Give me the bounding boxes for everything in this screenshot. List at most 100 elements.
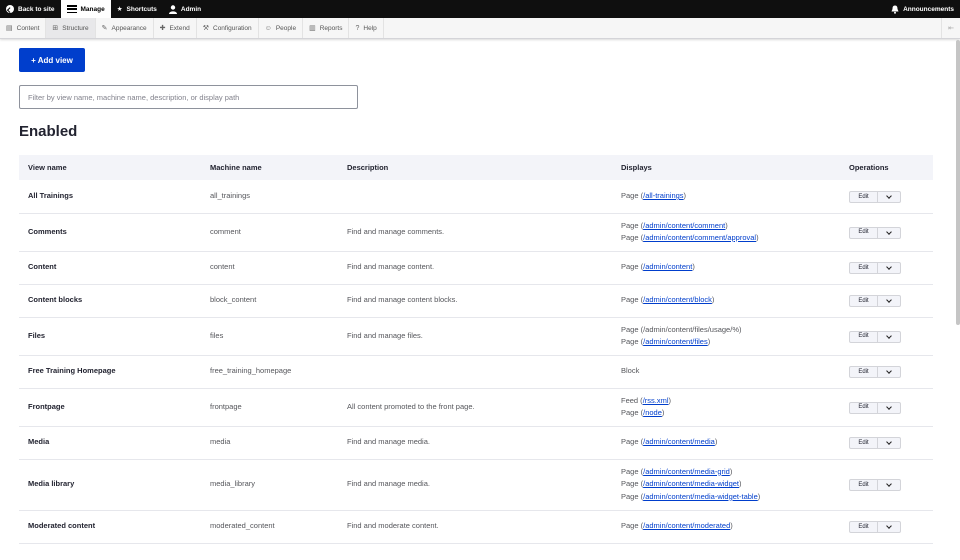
description-cell: All content promoted to the front page. — [338, 388, 612, 427]
display-type: Page ( — [621, 437, 644, 447]
tray-orientation-toggle[interactable]: ⇤ — [941, 18, 960, 38]
operations-cell: Edit — [840, 459, 933, 511]
description-cell: Find and manage files. — [338, 317, 612, 356]
tray-item-content[interactable]: ▤ Content — [0, 18, 47, 38]
operations-toggle[interactable] — [878, 367, 900, 377]
display-suffix: ) — [725, 220, 728, 230]
brush-icon: ✎ — [101, 25, 108, 32]
operations-dropbutton: Edit — [849, 295, 901, 308]
edit-button[interactable]: Edit — [850, 402, 878, 413]
page-scrollbar[interactable] — [956, 40, 960, 325]
edit-button[interactable]: Edit — [850, 438, 878, 449]
edit-button[interactable]: Edit — [850, 331, 878, 342]
display-type: Page ( — [621, 220, 644, 230]
display-path-link[interactable]: /admin/content/comment/approval — [643, 233, 756, 242]
display-suffix: ) — [668, 395, 672, 405]
machine-name-cell: media_library — [201, 459, 338, 511]
edit-button[interactable]: Edit — [850, 296, 878, 307]
user-icon — [168, 4, 177, 14]
edit-button[interactable]: Edit — [850, 522, 878, 533]
table-row: Frontpage frontpage All content promoted t… — [19, 388, 933, 427]
display-path-link[interactable]: /admin/content/media-widget — [643, 479, 739, 488]
operations-toggle[interactable] — [878, 403, 900, 413]
displays-cell: Page (/admin/content/media-grid) Page (/a… — [612, 459, 840, 511]
table-row: Comments comment Find and manage comments.… — [19, 213, 933, 252]
operations-toggle[interactable] — [878, 480, 900, 490]
admin-user-tab[interactable]: Admin — [163, 0, 207, 18]
operations-toggle[interactable] — [878, 263, 900, 273]
tray-item-help[interactable]: ? Help — [349, 18, 384, 38]
edit-button[interactable]: Edit — [850, 367, 878, 378]
tray-item-extend[interactable]: ✚ Extend — [154, 18, 197, 38]
displays-cell: Block — [612, 355, 840, 389]
display-path-link[interactable]: /node — [643, 408, 662, 417]
displays-cell: Page (/admin/content/moderated) — [612, 510, 840, 544]
tray-item-structure[interactable]: ⊞ Structure — [46, 18, 96, 38]
chevron-down-icon — [886, 439, 892, 445]
display-entry: Page (/node) — [621, 407, 831, 420]
announcements-label: Announcements — [903, 5, 954, 13]
tray-item-appearance[interactable]: ✎ Appearance — [96, 18, 154, 38]
shortcuts-tab[interactable]: ★ Shortcuts — [111, 0, 163, 18]
tray-item-people[interactable]: ☺ People — [259, 18, 304, 38]
operations-toggle[interactable] — [878, 228, 900, 238]
tray-item-label: Help — [363, 24, 377, 32]
display-path-link[interactable]: /admin/content/files — [643, 337, 708, 346]
structure-icon: ⊞ — [52, 25, 59, 32]
display-path-link[interactable]: /admin/content/media-grid — [643, 467, 730, 476]
display-suffix: ) — [711, 295, 715, 305]
display-suffix: ) — [757, 491, 761, 501]
display-path-link[interactable]: /admin/content — [643, 262, 692, 271]
table-row: Free Training Homepage free_training_home… — [19, 355, 933, 389]
display-type: Page ( — [621, 466, 644, 476]
operations-cell: Edit — [840, 284, 933, 318]
description-cell: Find and manage media. — [338, 459, 612, 511]
display-path-link[interactable]: /rss.xml — [643, 396, 669, 405]
display-path-link[interactable]: /admin/content/moderated — [643, 521, 730, 530]
description-cell — [338, 355, 612, 389]
view-name-cell: Media — [19, 426, 201, 460]
back-to-site-label: Back to site — [18, 5, 55, 13]
tray-item-configuration[interactable]: ⚒ Configuration — [197, 18, 259, 38]
operations-toggle[interactable] — [878, 296, 900, 306]
display-path-link[interactable]: /admin/content/comment — [643, 221, 725, 230]
operations-toggle[interactable] — [878, 522, 900, 532]
view-name-cell: Frontpage — [19, 388, 201, 427]
operations-toggle[interactable] — [878, 332, 900, 342]
machine-name-cell: files — [201, 317, 338, 356]
operations-toggle[interactable] — [878, 438, 900, 448]
display-suffix: ) — [739, 479, 742, 489]
display-type: Feed ( — [621, 395, 643, 405]
manage-tab[interactable]: Manage — [60, 0, 111, 18]
table-row: Files files Find and manage files. Page (/a… — [19, 317, 933, 356]
edit-button[interactable]: Edit — [850, 480, 878, 491]
operations-toggle[interactable] — [878, 192, 900, 202]
edit-button[interactable]: Edit — [850, 191, 878, 202]
display-path-link[interactable]: /all-trainings — [643, 191, 683, 200]
display-path-link[interactable]: /admin/content/media — [643, 437, 715, 446]
displays-cell: Page (/admin/content/media) — [612, 426, 840, 460]
help-icon: ? — [355, 24, 360, 32]
chevron-down-icon — [886, 193, 892, 199]
operations-dropbutton: Edit — [849, 226, 901, 239]
display-entry: Page (/admin/content/block) — [621, 294, 831, 307]
display-suffix: ) — [661, 408, 665, 417]
display-entry: Page (/admin/content/files) — [621, 336, 831, 349]
back-to-site-link[interactable]: Back to site — [0, 0, 61, 18]
chevron-down-icon — [886, 297, 892, 303]
display-path-link[interactable]: /admin/content/block — [643, 295, 712, 304]
edit-button[interactable]: Edit — [850, 227, 878, 238]
display-entry: Page (/admin/content/media-widget) — [621, 478, 831, 491]
machine-name-cell: frontpage — [201, 388, 338, 427]
view-name-cell: Free Training Homepage — [19, 355, 201, 389]
edit-button[interactable]: Edit — [850, 263, 878, 274]
add-view-button[interactable]: + Add view — [19, 48, 85, 72]
announcements-tab[interactable]: Announcements — [885, 0, 960, 18]
tray-item-reports[interactable]: ▥ Reports — [303, 18, 350, 38]
displays-cell: Page (/all-trainings) — [612, 180, 840, 214]
display-type: Page ( — [621, 295, 644, 305]
bar-chart-icon: ▥ — [309, 25, 316, 32]
views-filter-input[interactable]: Filter by view name, machine name, descr… — [19, 85, 358, 109]
operations-dropbutton: Edit — [849, 521, 901, 534]
display-path-link[interactable]: /admin/content/media-widget-table — [643, 492, 758, 501]
